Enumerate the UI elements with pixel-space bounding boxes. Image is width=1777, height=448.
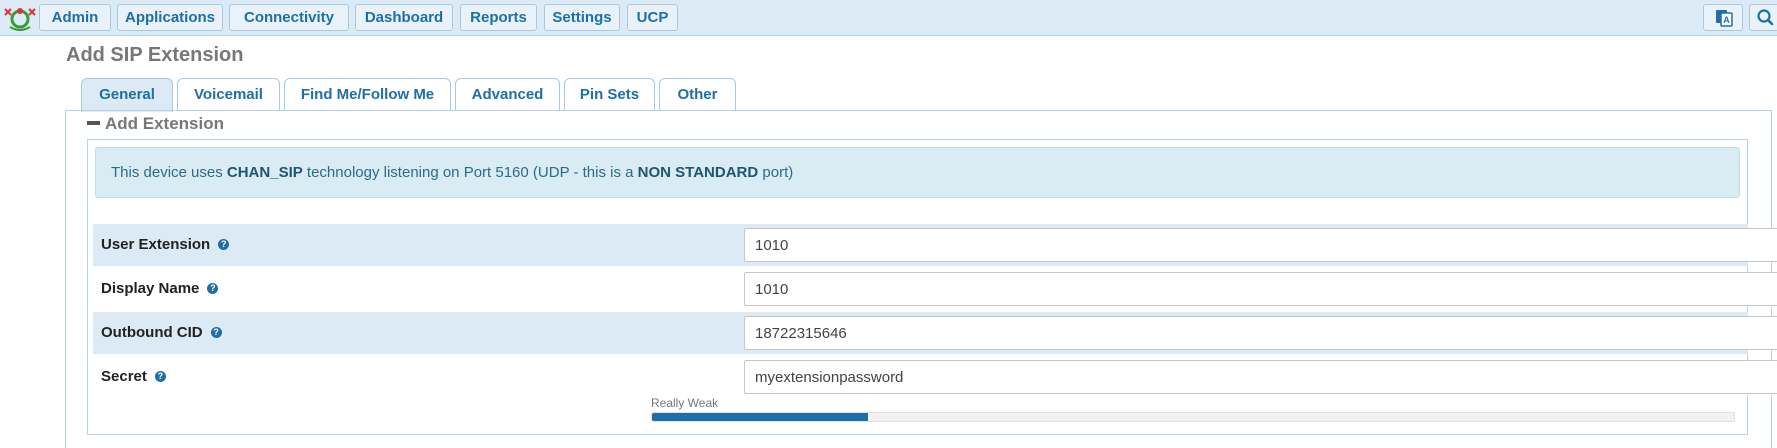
tab-pin-sets[interactable]: Pin Sets — [564, 78, 655, 111]
tab-find-me-follow-me[interactable]: Find Me/Follow Me — [284, 78, 451, 111]
nav-admin[interactable]: Admin — [39, 4, 111, 31]
tab-other[interactable]: Other — [659, 78, 736, 111]
help-icon[interactable]: ? — [218, 238, 230, 250]
help-icon[interactable]: ? — [210, 326, 222, 338]
field-row-outbound-cid: Outbound CID? — [93, 312, 1777, 354]
nav-connectivity[interactable]: Connectivity — [229, 4, 349, 31]
field-row-user-extension: User Extension? — [93, 224, 1777, 266]
alert-text-prefix: This device uses — [111, 164, 227, 181]
top-nav-bar: Admin Applications Connectivity Dashboar… — [0, 0, 1777, 36]
user-extension-label: User Extension — [101, 236, 211, 253]
outbound-cid-input[interactable] — [744, 316, 1777, 350]
nav-ucp[interactable]: UCP — [627, 4, 678, 31]
password-strength-bar — [651, 412, 1735, 422]
nav-reports[interactable]: Reports — [460, 4, 537, 31]
nav-settings[interactable]: Settings — [544, 4, 620, 31]
secret-label: Secret — [101, 368, 147, 385]
field-row-secret: Secret? — [93, 356, 1777, 398]
password-strength-label: Really Weak — [651, 396, 719, 410]
tab-advanced[interactable]: Advanced — [455, 78, 560, 111]
alert-tech: CHAN_SIP — [226, 164, 303, 181]
user-extension-input[interactable] — [744, 228, 1777, 262]
language-button[interactable]: A — [1703, 4, 1743, 31]
alert-text-middle: technology listening on Port 5160 (UDP -… — [302, 164, 638, 181]
secret-input[interactable] — [744, 360, 1777, 394]
nav-applications[interactable]: Applications — [117, 4, 223, 31]
info-alert: This device uses CHAN_SIP technology lis… — [95, 147, 1740, 198]
section-title: Add Extension — [105, 114, 225, 133]
tab-general[interactable]: General — [81, 78, 173, 112]
help-icon[interactable]: ? — [154, 370, 166, 382]
svg-text:A: A — [1723, 15, 1730, 25]
freepbx-logo[interactable] — [2, 5, 38, 31]
page-title: Add SIP Extension — [66, 44, 244, 66]
alert-text-suffix: port) — [758, 164, 794, 181]
password-strength-fill — [652, 413, 869, 421]
search-icon — [1757, 9, 1774, 26]
field-row-display-name: Display Name? — [93, 268, 1777, 310]
search-button[interactable] — [1749, 4, 1777, 31]
display-name-input[interactable] — [744, 272, 1777, 306]
section-toggle[interactable]: Add Extension — [87, 114, 224, 134]
nav-dashboard[interactable]: Dashboard — [355, 4, 453, 31]
help-icon[interactable]: ? — [207, 282, 219, 294]
collapse-icon — [87, 120, 100, 125]
tab-voicemail[interactable]: Voicemail — [177, 78, 280, 111]
outbound-cid-label: Outbound CID — [101, 324, 203, 341]
display-name-label: Display Name — [101, 280, 200, 297]
alert-emphasis: NON STANDARD — [637, 164, 759, 181]
language-icon: A — [1716, 10, 1733, 27]
